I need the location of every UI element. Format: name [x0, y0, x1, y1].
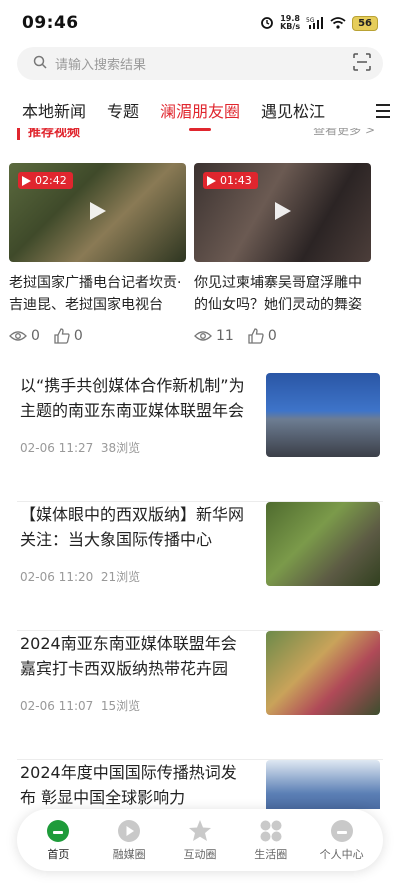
search-input[interactable]: 请输入搜索结果 [55, 54, 146, 73]
nav-profile[interactable]: 个人中心 [308, 819, 376, 862]
video-thumbnail[interactable]: 02:42 [9, 163, 186, 262]
news-thumbnail[interactable] [266, 502, 380, 586]
signal-icon: 5G [306, 14, 324, 33]
video-card[interactable]: 01:43 你见过柬埔寨吴哥窟浮雕中的仙女吗？她们灵动的舞姿 11 0 [194, 163, 371, 344]
news-title[interactable]: 2024南亚东南亚媒体联盟年会嘉宾打卡西双版纳热带花卉园 [20, 631, 252, 681]
tab-special[interactable]: 专题 [107, 98, 139, 122]
thumbs-up-icon [54, 328, 70, 344]
video-title[interactable]: 你见过柬埔寨吴哥窟浮雕中的仙女吗？她们灵动的舞姿 [194, 272, 371, 316]
video-card[interactable]: 02:42 老挝国家广播电台记者坎贡·吉迪昆、老挝国家电视台 0 0 [9, 163, 186, 344]
network-speed: 19.8 KB/s [280, 14, 301, 31]
news-views: 21浏览 [100, 570, 141, 584]
play-circle-icon [118, 819, 141, 842]
news-time: 02-06 11:07 [20, 699, 94, 713]
view-count: 0 [9, 328, 40, 344]
nav-media-circle[interactable]: 融媒圈 [95, 819, 163, 862]
status-bar: 09:46 19.8 KB/s 5G 56 [0, 0, 400, 46]
bottom-nav: 首页 融媒圈 互动圈 生活圈 个人中心 [17, 809, 383, 871]
section-title: 推荐视频 [17, 128, 80, 140]
video-title[interactable]: 老挝国家广播电台记者坎贡·吉迪昆、老挝国家电视台 [9, 272, 186, 316]
news-item[interactable]: 【媒体眼中的西双版纳】新华网关注：当大象国际传播中心 02-06 11:20 2… [17, 502, 383, 631]
news-thumbnail[interactable] [266, 631, 380, 715]
news-meta: 02-06 11:27 38浏览 [20, 439, 140, 456]
nav-life-circle[interactable]: 生活圈 [237, 819, 305, 862]
news-title[interactable]: 【媒体眼中的西双版纳】新华网关注：当大象国际传播中心 [20, 502, 252, 552]
view-more-link[interactable]: 查看更多 > [313, 128, 375, 138]
duration-badge: 01:43 [203, 172, 258, 189]
news-time: 02-06 11:27 [20, 441, 94, 455]
news-title[interactable]: 2024年度中国国际传播热词发布 彰显中国全球影响力 [20, 760, 252, 809]
category-tabs: 本地新闻 专题 澜湄朋友圈 遇见松江 [0, 90, 400, 130]
play-icon[interactable] [89, 201, 106, 224]
play-triangle-icon [207, 175, 216, 186]
video-stats: 0 0 [9, 328, 186, 344]
like-count[interactable]: 0 [54, 328, 83, 344]
news-thumbnail[interactable] [266, 373, 380, 457]
grid-icon [260, 820, 282, 841]
battery-indicator: 56 [352, 15, 378, 31]
search-icon [33, 54, 47, 73]
menu-icon[interactable] [374, 103, 392, 123]
tab-lanmei-friends[interactable]: 澜湄朋友圈 [160, 98, 240, 122]
nav-home[interactable]: 首页 [24, 819, 92, 862]
home-icon [47, 819, 70, 842]
like-count[interactable]: 0 [248, 328, 277, 344]
wifi-icon [330, 14, 346, 33]
news-views: 15浏览 [100, 699, 141, 713]
search-bar[interactable]: 请输入搜索结果 [17, 47, 383, 80]
status-time: 09:46 [22, 13, 79, 33]
video-stats: 11 0 [194, 328, 371, 344]
news-meta: 02-06 11:07 15浏览 [20, 697, 140, 714]
tab-local-news[interactable]: 本地新闻 [22, 98, 86, 122]
news-thumbnail[interactable] [266, 760, 380, 809]
tab-meet-songjiang[interactable]: 遇见松江 [261, 98, 325, 122]
news-time: 02-06 11:20 [20, 570, 94, 584]
news-item[interactable]: 2024年度中国国际传播热词发布 彰显中国全球影响力 [17, 760, 383, 809]
news-item[interactable]: 以“携手共创媒体合作新机制”为主题的南亚东南亚媒体联盟年会 02-06 11:2… [17, 373, 383, 502]
thumbs-up-icon [248, 328, 264, 344]
play-icon[interactable] [274, 201, 291, 224]
status-indicators: 19.8 KB/s 5G 56 [260, 14, 378, 33]
duration-badge: 02:42 [18, 172, 73, 189]
view-count: 11 [194, 328, 234, 344]
eye-icon [194, 331, 212, 341]
scan-icon[interactable] [353, 52, 371, 75]
eye-icon [9, 331, 27, 341]
play-triangle-icon [22, 175, 31, 186]
section-header: 推荐视频 查看更多 > [17, 128, 383, 142]
news-title[interactable]: 以“携手共创媒体合作新机制”为主题的南亚东南亚媒体联盟年会 [20, 373, 252, 423]
video-thumbnail[interactable]: 01:43 [194, 163, 371, 262]
user-icon [330, 819, 353, 842]
star-icon [188, 819, 211, 841]
nav-interact-circle[interactable]: 互动圈 [166, 819, 234, 862]
svg-text:5G: 5G [306, 17, 315, 24]
news-views: 38浏览 [100, 441, 141, 455]
news-meta: 02-06 11:20 21浏览 [20, 568, 140, 585]
alarm-icon [260, 14, 274, 33]
news-item[interactable]: 2024南亚东南亚媒体联盟年会嘉宾打卡西双版纳热带花卉园 02-06 11:07… [17, 631, 383, 760]
